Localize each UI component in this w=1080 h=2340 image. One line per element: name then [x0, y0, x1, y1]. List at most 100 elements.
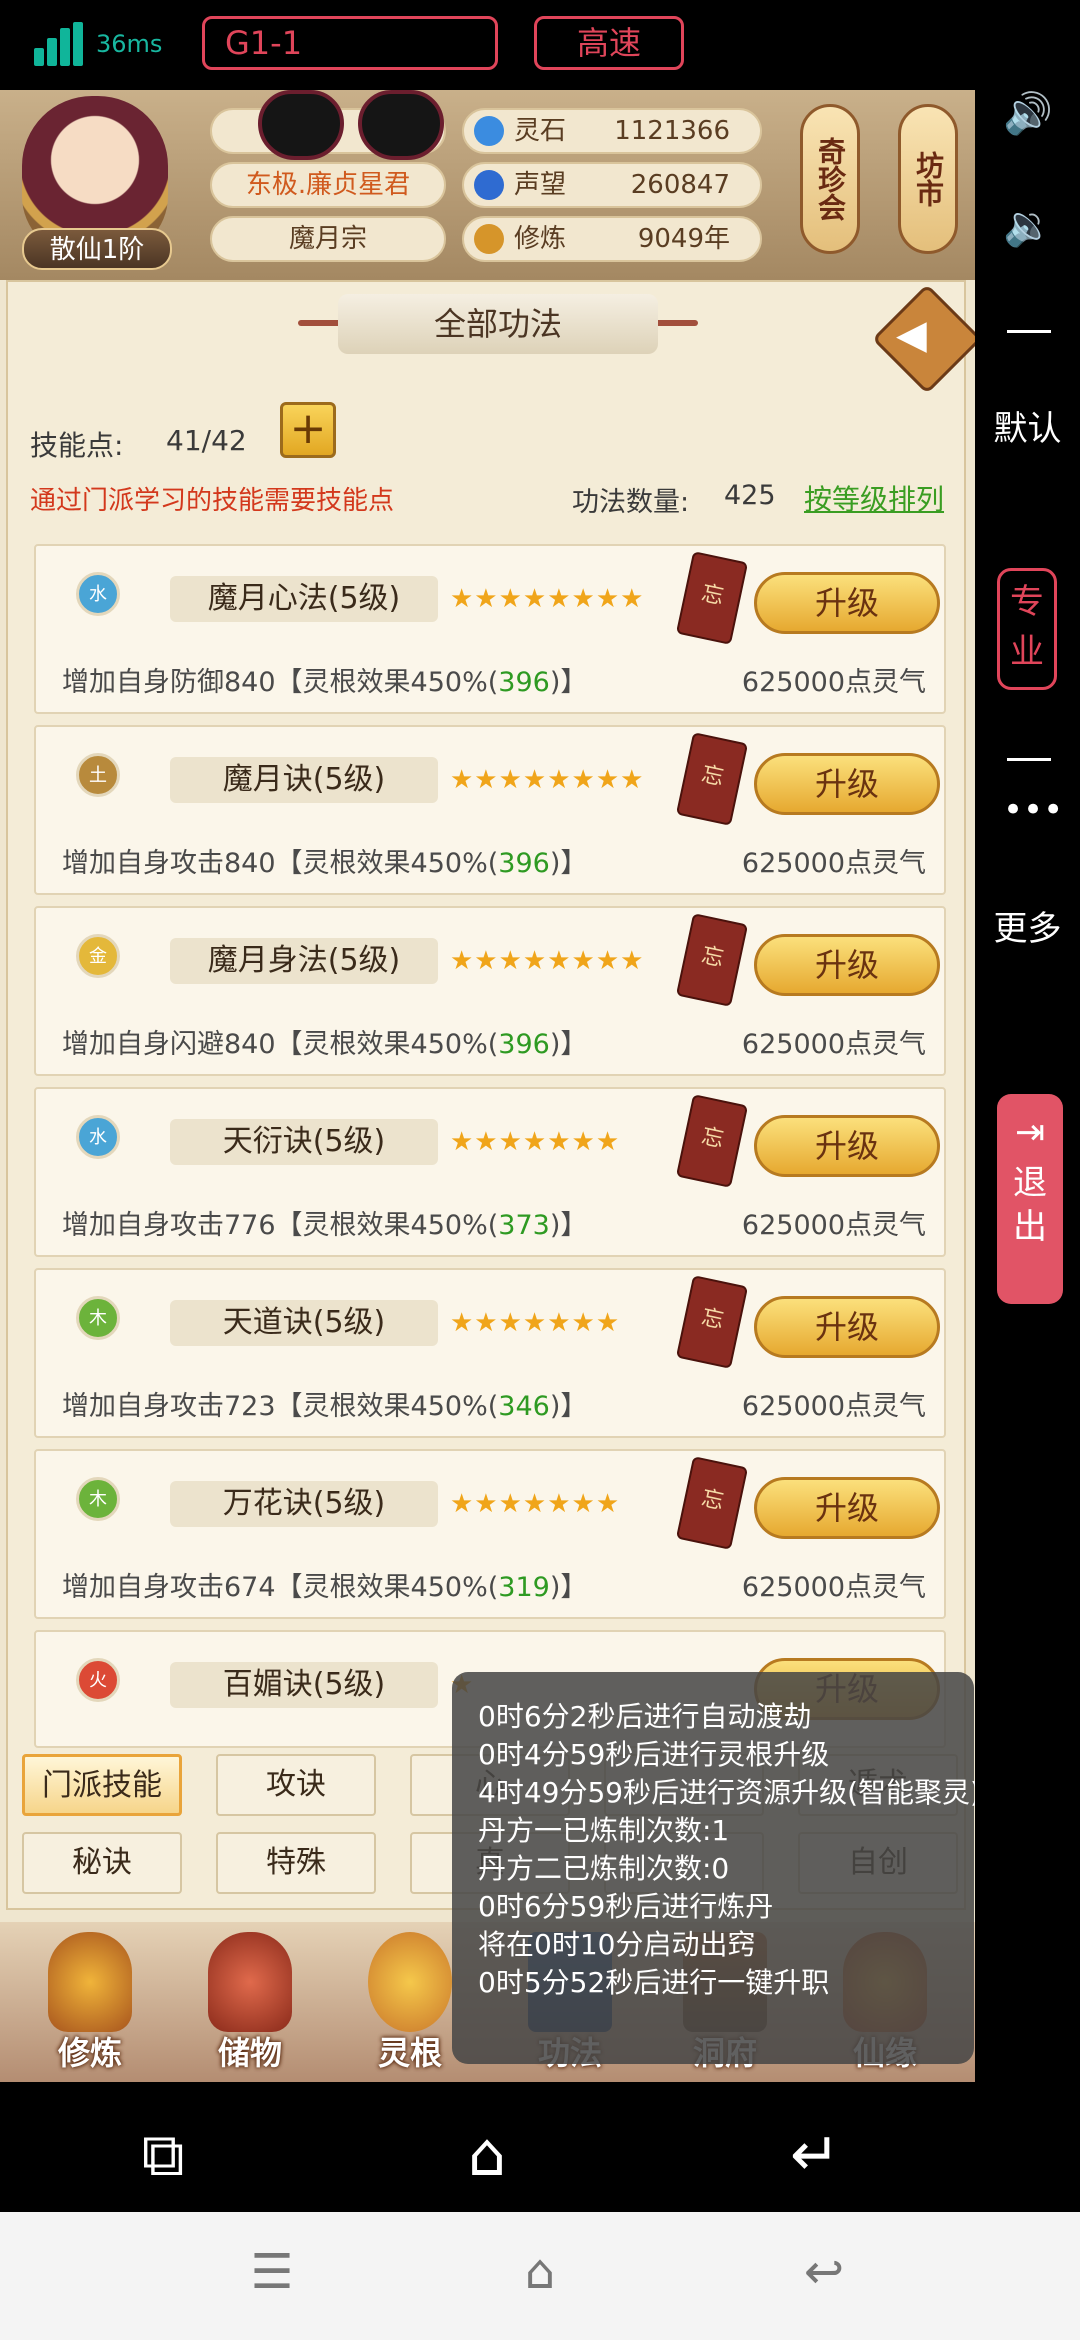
more-button[interactable]: 更多 — [975, 908, 1080, 950]
rank-badge: 散仙1阶 — [22, 228, 172, 270]
upgrade-button[interactable]: 升级 — [754, 1115, 940, 1177]
skill-name: 天衍诀(5级) — [170, 1119, 438, 1165]
nav-storage[interactable]: 储物 — [180, 1932, 320, 2082]
element-metal-icon: 金 — [76, 934, 120, 978]
element-wood-icon: 木 — [76, 1477, 120, 1521]
panel-title: 全部功法 — [338, 294, 658, 354]
resource-xiulian: 修炼 9049年 — [462, 216, 762, 262]
log-line: 0时5分52秒后进行一键升职 — [478, 1966, 830, 1999]
upgrade-button[interactable]: 升级 — [754, 1296, 940, 1358]
skill-cost: 625000点灵气 — [741, 848, 926, 879]
element-wood-icon: 木 — [76, 1296, 120, 1340]
skill-desc: 增加自身攻击723【灵根效果450%(346)】 — [62, 1391, 588, 1422]
reputation-icon — [474, 170, 504, 200]
skill-count-label: 功法数量: — [572, 487, 690, 518]
copy-icon[interactable]: ⧉ — [118, 2120, 208, 2190]
spirit-stone-icon — [474, 116, 504, 146]
element-water-icon: 水 — [76, 572, 120, 616]
forget-tag-button[interactable]: 忘 — [675, 1456, 749, 1550]
menu-icon[interactable]: ☰ — [222, 2244, 322, 2300]
side-control-panel: 🔊 🔉 默认 专业 ••• 更多 ⇥ 退出 — [975, 90, 1080, 2230]
forget-tag-button[interactable]: 忘 — [675, 732, 749, 826]
skill-points-label: 技能点: — [30, 429, 124, 462]
skill-name: 魔月诀(5级) — [170, 757, 438, 803]
more-dots-icon[interactable]: ••• — [1003, 790, 1063, 830]
qizhen-button[interactable]: 奇珍会 — [800, 104, 860, 254]
skill-desc: 增加自身攻击776【灵根效果450%(373)】 — [62, 1210, 588, 1241]
volume-up-icon[interactable]: 🔊 — [1003, 90, 1053, 137]
volume-down-icon[interactable]: 🔉 — [1003, 202, 1053, 249]
android-nav-bar: ☰ ⌂ ↩ — [0, 2212, 1080, 2340]
tab-attack[interactable]: 攻诀 — [216, 1754, 376, 1816]
star-rating: ★★★★★★★★ — [450, 584, 645, 614]
back-icon[interactable]: ↩ — [774, 2244, 874, 2300]
skill-row: 土 魔月诀(5级) ★★★★★★★★ 忘 升级 增加自身攻击840【灵根效果45… — [34, 725, 946, 895]
return-icon[interactable]: ↵ — [770, 2120, 860, 2190]
log-line: 将在0时10分启动出窍 — [478, 1928, 756, 1961]
skill-row: 水 魔月心法(5级) ★★★★★★★★ 忘 升级 增加自身防御840【灵根效果4… — [34, 544, 946, 714]
spirit-root-icon — [368, 1932, 452, 2032]
skill-name: 万花诀(5级) — [170, 1481, 438, 1527]
tab-sect-skills[interactable]: 门派技能 — [22, 1754, 182, 1816]
exit-button[interactable]: ⇥ 退出 — [997, 1094, 1063, 1304]
log-line: 丹方一已炼制次数:1 — [478, 1814, 730, 1847]
log-line: 4时49分59秒后进行资源升级(智能聚灵) — [478, 1776, 975, 1809]
forget-tag-button[interactable]: 忘 — [675, 1094, 749, 1188]
sunglasses-icon — [258, 90, 448, 162]
resource-shengwang: 声望 260847 — [462, 162, 762, 208]
upgrade-button[interactable]: 升级 — [754, 1477, 940, 1539]
star-rating: ★★★★★★★★ — [450, 946, 645, 976]
home-outline-icon[interactable]: ⌂ — [490, 2244, 590, 2300]
forget-tag-button[interactable]: 忘 — [675, 551, 749, 645]
forget-tag-button[interactable]: 忘 — [675, 913, 749, 1007]
skill-desc: 增加自身攻击674【灵根效果450%(319)】 — [62, 1572, 588, 1603]
speed-button[interactable]: 高速 — [534, 16, 684, 70]
cultivate-icon — [48, 1932, 132, 2032]
skill-desc: 增加自身防御840【灵根效果450%(396)】 — [62, 667, 588, 698]
ping-label: 36ms — [96, 30, 163, 58]
log-line: 0时6分59秒后进行炼丹 — [478, 1890, 774, 1923]
skill-desc: 增加自身攻击840【灵根效果450%(396)】 — [62, 848, 588, 879]
star-rating: ★★★★★★★★ — [450, 765, 645, 795]
fangshi-button[interactable]: 坊市 — [898, 104, 958, 254]
tab-special[interactable]: 特殊 — [216, 1832, 376, 1894]
forget-tag-button[interactable]: 忘 — [675, 1275, 749, 1369]
skill-name: 魔月身法(5级) — [170, 938, 438, 984]
skill-count-value: 425 — [724, 480, 776, 511]
skill-name: 百媚诀(5级) — [170, 1662, 438, 1708]
skill-cost: 625000点灵气 — [741, 1572, 926, 1603]
add-skill-point-button[interactable]: + — [280, 402, 336, 458]
game-viewport: 散仙1阶 仙 东极.廉贞星君 魔月宗 灵石 1121366 声望 260847 … — [0, 90, 975, 2082]
skill-cost: 625000点灵气 — [741, 667, 926, 698]
star-rating: ★★★★★★★ — [450, 1127, 621, 1157]
upgrade-button[interactable]: 升级 — [754, 934, 940, 996]
skill-cost: 625000点灵气 — [741, 1210, 926, 1241]
default-mode-button[interactable]: 默认 — [975, 408, 1080, 450]
log-line: 0时4分59秒后进行灵根升级 — [478, 1738, 830, 1771]
skill-cost: 625000点灵气 — [741, 1391, 926, 1422]
pro-mode-button[interactable]: 专业 — [997, 568, 1057, 690]
divider — [1007, 758, 1051, 761]
player-title: 东极.廉贞星君 — [210, 162, 446, 208]
upgrade-button[interactable]: 升级 — [754, 572, 940, 634]
skills-panel: 全部功法 ◀ 技能点: 41/42 + 通过门派学习的技能需要技能点 功法数量:… — [6, 280, 975, 1910]
signal-icon — [34, 22, 84, 66]
back-arrow-icon[interactable]: ◀ — [896, 312, 927, 358]
resource-lingshi: 灵石 1121366 — [462, 108, 762, 154]
auto-task-log: 0时6分2秒后进行自动渡劫 0时4分59秒后进行灵根升级 4时49分59秒后进行… — [452, 1672, 975, 2064]
star-rating: ★★★★★★★ — [450, 1489, 621, 1519]
tab-secret[interactable]: 秘诀 — [22, 1832, 182, 1894]
status-top-bar: 36ms G1-1 高速 — [0, 0, 1080, 90]
skill-point-note: 通过门派学习的技能需要技能点 — [30, 486, 395, 516]
server-selector[interactable]: G1-1 — [202, 16, 498, 70]
home-icon[interactable]: ⌂ — [442, 2120, 532, 2190]
nav-cultivate[interactable]: 修炼 — [20, 1932, 160, 2082]
sort-by-level-link[interactable]: 按等级排列 — [804, 478, 944, 518]
player-header: 散仙1阶 仙 东极.廉贞星君 魔月宗 灵石 1121366 声望 260847 … — [0, 90, 975, 280]
element-earth-icon: 土 — [76, 753, 120, 797]
bag-icon — [208, 1932, 292, 2032]
skill-points-value: 41/42 — [166, 424, 247, 457]
log-line: 0时6分2秒后进行自动渡劫 — [478, 1700, 812, 1733]
skill-cost: 625000点灵气 — [741, 1029, 926, 1060]
upgrade-button[interactable]: 升级 — [754, 753, 940, 815]
